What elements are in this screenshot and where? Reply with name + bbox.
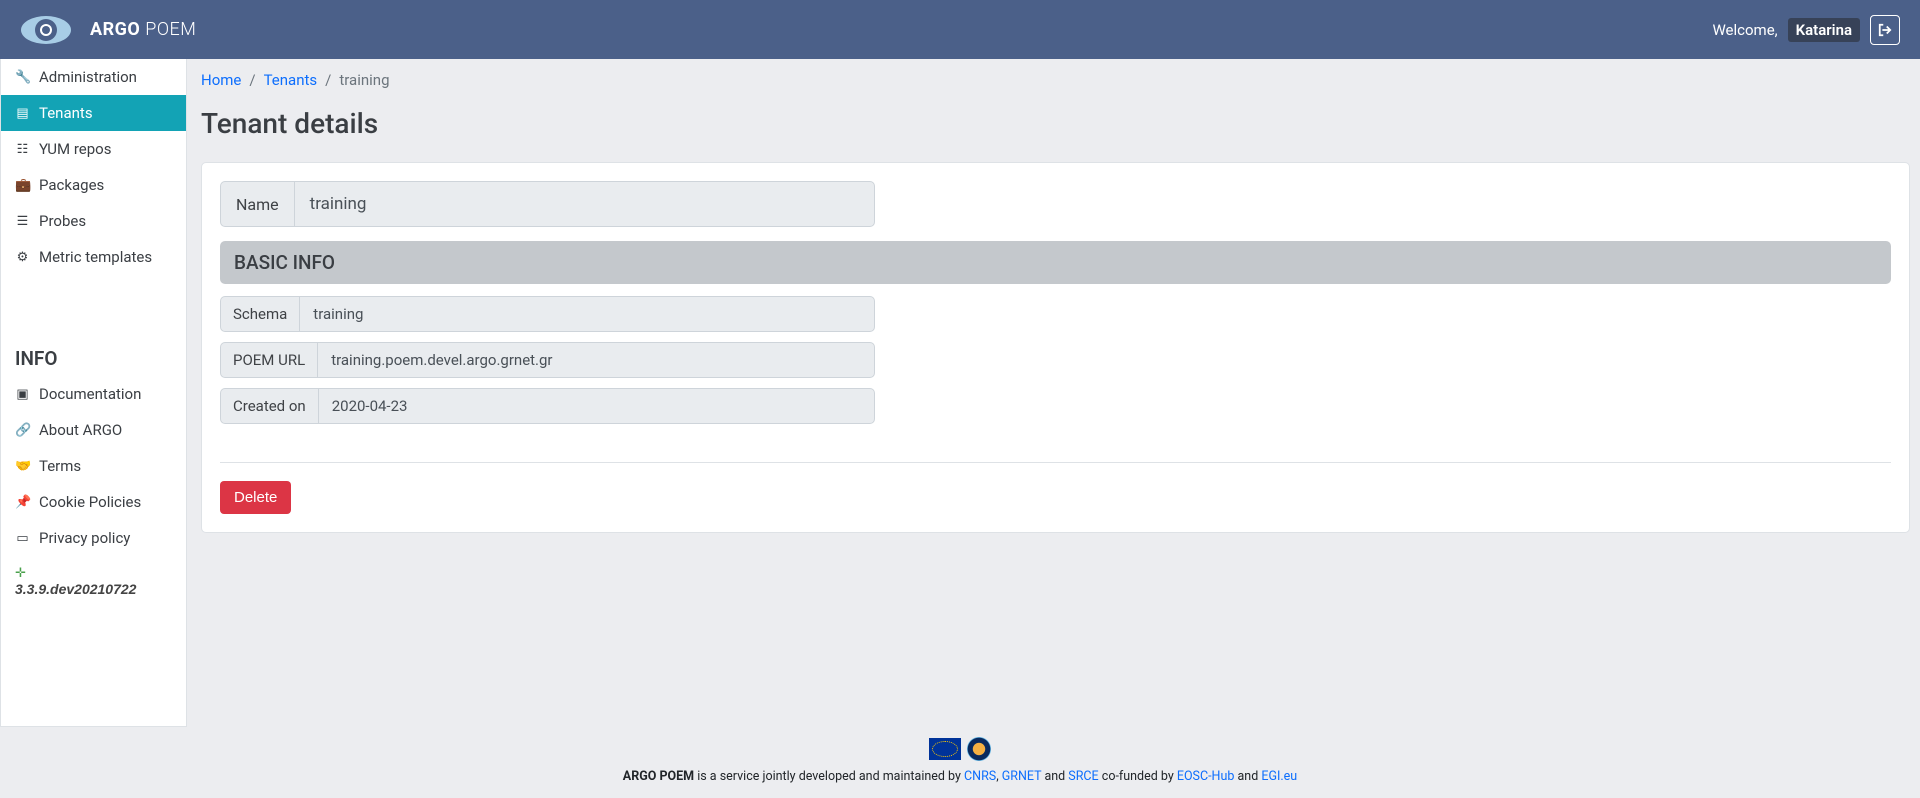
sidebar-item-privacy-policy[interactable]: ▭ Privacy policy [1,520,186,556]
sidebar-item-packages[interactable]: 💼 Packages [1,167,186,203]
idcard-icon: ▭ [15,531,30,546]
footer-link-srce[interactable]: SRCE [1068,769,1098,784]
sidebar-item-terms[interactable]: 🤝 Terms [1,448,186,484]
footer-link-grnet[interactable]: GRNET [1002,769,1042,784]
sidebar-item-label: Documentation [39,385,141,403]
username-badge: Katarina [1788,18,1860,42]
sidebar-item-cookie-policies[interactable]: 📌 Cookie Policies [1,484,186,520]
sidebar-item-yum-repos[interactable]: ☷ YUM repos [1,131,186,167]
eu-flag-icon [929,738,961,760]
field-value-schema: training [299,296,875,332]
field-label-schema: Schema [220,296,299,332]
nav-primary: 🔧 Administration ▤ Tenants ☷ YUM repos 💼… [1,59,186,275]
sidebar-item-label: YUM repos [39,140,111,158]
footer-text: ARGO POEM is a service jointly developed… [0,769,1920,784]
sidebar-item-metric-templates[interactable]: ⚙ Metric templates [1,239,186,275]
field-label-created-on: Created on [220,388,318,424]
sidebar-item-label: Packages [39,176,104,194]
breadcrumb-tenants[interactable]: Tenants [264,71,318,89]
link-icon: 🔗 [15,423,30,438]
welcome-text: Welcome, [1712,21,1777,39]
field-label-name: Name [220,181,294,227]
field-value-poem-url: training.poem.devel.argo.grnet.gr [317,342,875,378]
book-icon: ▣ [15,387,30,402]
sidebar-item-about-argo[interactable]: 🔗 About ARGO [1,412,186,448]
sidebar-item-label: Terms [39,457,81,475]
field-created-on: Created on 2020-04-23 [220,388,875,424]
sidebar-item-administration[interactable]: 🔧 Administration [1,59,186,95]
logo-eye-icon [20,13,72,47]
delete-button[interactable]: Delete [220,481,291,514]
version-box: ✛ 3.3.9.dev20210722 [1,556,186,607]
breadcrumb: Home / Tenants / training [201,71,1910,89]
hands-icon: 🤝 [15,459,30,474]
sidebar: 🔧 Administration ▤ Tenants ☷ YUM repos 💼… [0,59,187,727]
sidebar-item-label: Cookie Policies [39,493,141,511]
divider [220,462,1891,463]
sidebar-item-label: Administration [39,68,137,86]
footer: ARGO POEM is a service jointly developed… [0,727,1920,798]
sidebar-item-label: Probes [39,212,86,230]
cog-icon: ⚙ [15,250,30,265]
boxes-icon: ☷ [15,142,30,157]
footer-link-eosc[interactable]: EOSC-Hub [1177,769,1235,784]
footer-link-cnrs[interactable]: CNRS [964,769,996,784]
sidebar-item-documentation[interactable]: ▣ Documentation [1,376,186,412]
sidebar-item-tenants[interactable]: ▤ Tenants [1,95,186,131]
breadcrumb-sep: / [325,71,331,89]
tenant-card: Name training BASIC INFO Schema training… [201,162,1910,533]
brand-title: ARGO POEM [90,19,196,40]
sidebar-info-heading: INFO [1,335,186,376]
server-icon: ☰ [15,214,30,229]
field-label-poem-url: POEM URL [220,342,317,378]
sidebar-item-label: About ARGO [39,421,122,439]
footer-logos [0,737,1920,761]
eosc-logo-icon [967,737,991,761]
pin-icon: 📌 [15,495,30,510]
breadcrumb-sep: / [249,71,255,89]
sidebar-item-probes[interactable]: ☰ Probes [1,203,186,239]
breadcrumb-home[interactable]: Home [201,71,241,89]
crosshair-icon: ✛ [15,566,172,581]
nav-info: ▣ Documentation 🔗 About ARGO 🤝 Terms 📌 C… [1,376,186,556]
field-value-name: training [294,181,875,227]
wrench-icon: 🔧 [15,70,30,85]
page-title: Tenant details [201,107,1910,140]
breadcrumb-current: training [339,71,389,89]
field-poem-url: POEM URL training.poem.devel.argo.grnet.… [220,342,875,378]
footer-brand: ARGO POEM [623,769,694,784]
app-header: ARGO POEM Welcome, Katarina [0,0,1920,59]
briefcase-icon: 💼 [15,178,30,193]
footer-link-egi[interactable]: EGI.eu [1261,769,1297,784]
logout-icon [1878,23,1892,37]
header-right: Welcome, Katarina [1712,15,1900,45]
main-content: Home / Tenants / training Tenant details… [187,59,1920,727]
field-schema: Schema training [220,296,875,332]
version-text: 3.3.9.dev20210722 [15,581,172,597]
card-icon: ▤ [15,106,30,121]
sidebar-item-label: Tenants [39,104,93,122]
brand-thin: POEM [145,19,196,40]
sidebar-item-label: Metric templates [39,248,152,266]
brand-bold: ARGO [90,19,140,40]
field-value-created-on: 2020-04-23 [318,388,875,424]
section-basic-info: BASIC INFO [220,241,1891,284]
sidebar-item-label: Privacy policy [39,529,130,547]
logout-button[interactable] [1870,15,1900,45]
header-left: ARGO POEM [20,13,196,47]
field-name: Name training [220,181,875,227]
